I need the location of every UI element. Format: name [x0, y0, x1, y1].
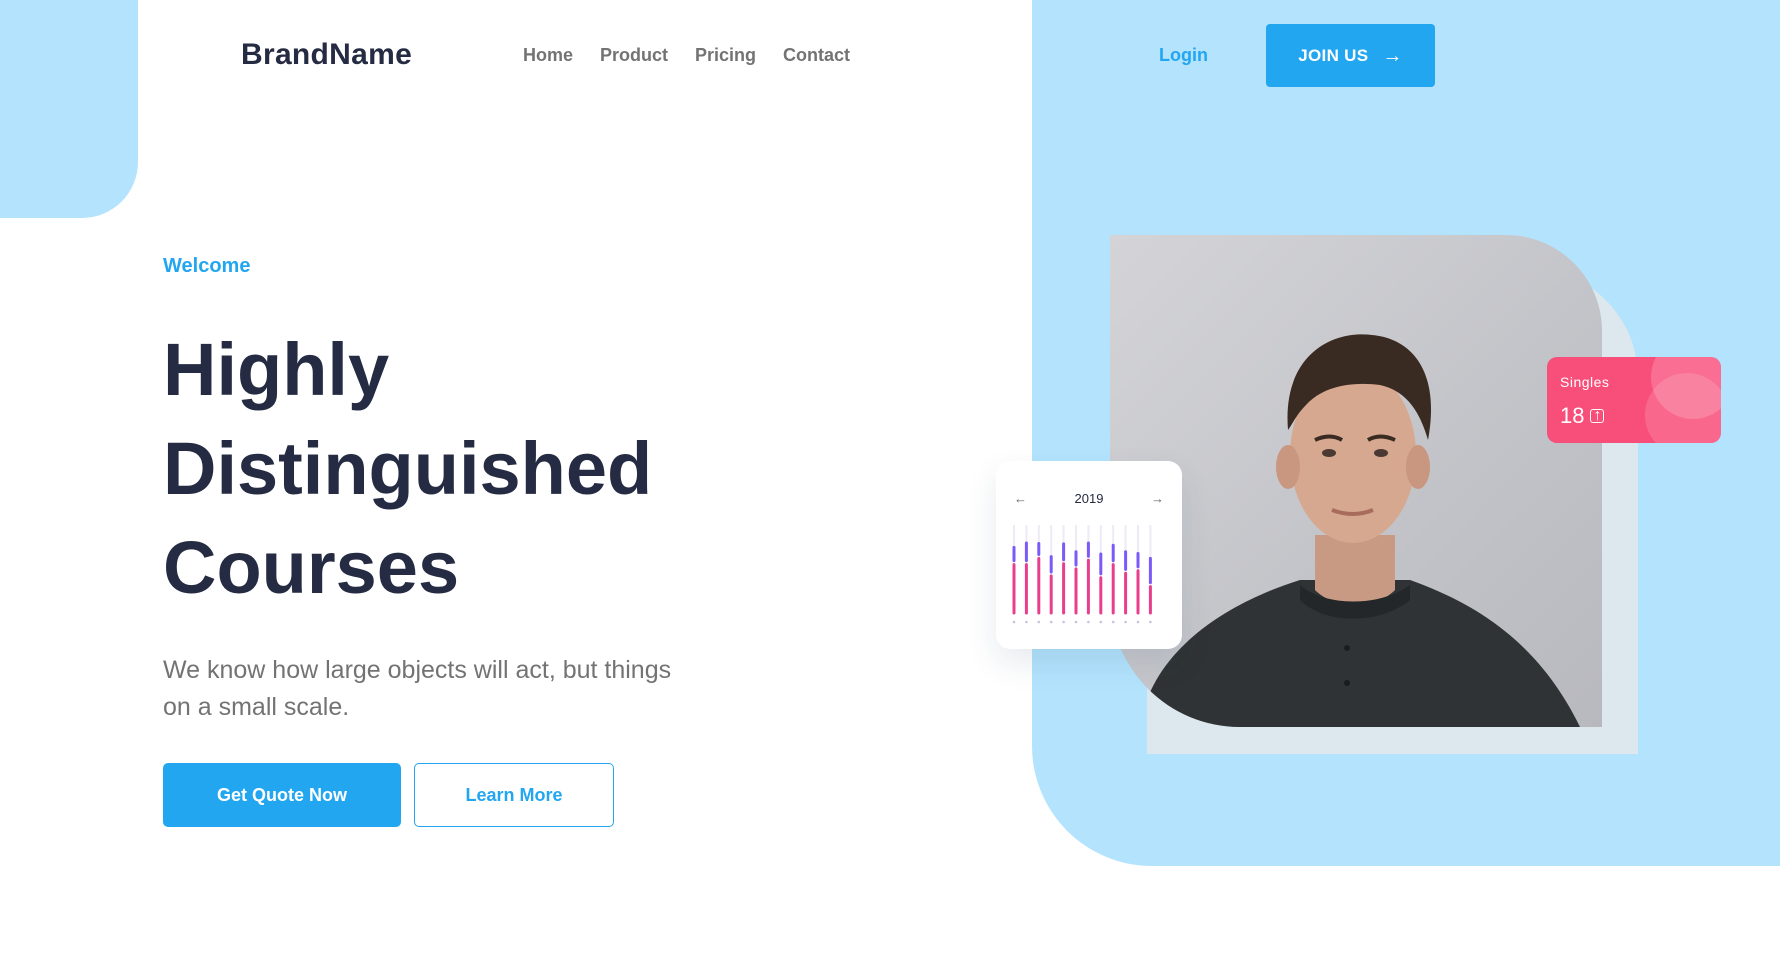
brand-logo[interactable]: BrandName [241, 38, 412, 72]
tick-mark [1062, 620, 1065, 624]
arrow-left-icon[interactable]: ← [1014, 491, 1027, 506]
tick-mark [1099, 620, 1103, 624]
tick-mark [1012, 620, 1016, 624]
hero-title-line: Highly [163, 328, 390, 411]
chart-year-nav: ← 2019 → [1014, 491, 1164, 506]
person-illustration [1140, 334, 1580, 727]
tick-mark [1087, 620, 1090, 624]
hero-person-photo [1110, 235, 1602, 727]
learn-more-button[interactable]: Learn More [414, 763, 614, 827]
join-us-label: JOIN US [1298, 45, 1369, 65]
decor-topleft-shape [0, 0, 138, 218]
arrow-right-icon[interactable]: → [1151, 491, 1164, 506]
tick-mark [1025, 620, 1028, 624]
tick-mark [1111, 620, 1115, 624]
hero-title-line: Courses [163, 526, 460, 609]
tick-mark [1074, 620, 1078, 624]
singles-value: 18 [1560, 403, 1585, 428]
get-quote-button[interactable]: Get Quote Now [163, 763, 401, 827]
tick-mark [1136, 620, 1140, 624]
main-nav: Home Product Pricing Contact [523, 45, 850, 66]
singles-value-row: 18 ↑ [1560, 403, 1605, 429]
bar-chart [1012, 525, 1152, 624]
nav-home-link[interactable]: Home [523, 45, 573, 66]
tick-mark [1037, 620, 1041, 624]
stats-chart-card: ← 2019 → [996, 461, 1182, 649]
hero-description: We know how large objects will act, but … [163, 656, 672, 721]
welcome-label: Welcome [163, 255, 251, 277]
hero-title-line: Distinguished [163, 427, 653, 510]
singles-label: Singles [1560, 374, 1610, 390]
tick-mark [1149, 620, 1152, 624]
login-link[interactable]: Login [1159, 45, 1208, 66]
nav-contact-link[interactable]: Contact [783, 45, 850, 66]
arrow-up-icon: ↑ [1590, 408, 1605, 424]
arrow-right-icon: → [1382, 44, 1403, 67]
chart-year-label: 2019 [1074, 491, 1104, 506]
tick-mark [1124, 620, 1127, 624]
hero-title: Highly Distinguished Courses [163, 320, 652, 617]
nav-product-link[interactable]: Product [600, 45, 668, 66]
tick-mark [1049, 620, 1053, 624]
nav-pricing-link[interactable]: Pricing [695, 45, 756, 66]
singles-stat-card: Singles 18 ↑ [1547, 357, 1721, 443]
join-us-button[interactable]: JOIN US → [1266, 24, 1435, 87]
